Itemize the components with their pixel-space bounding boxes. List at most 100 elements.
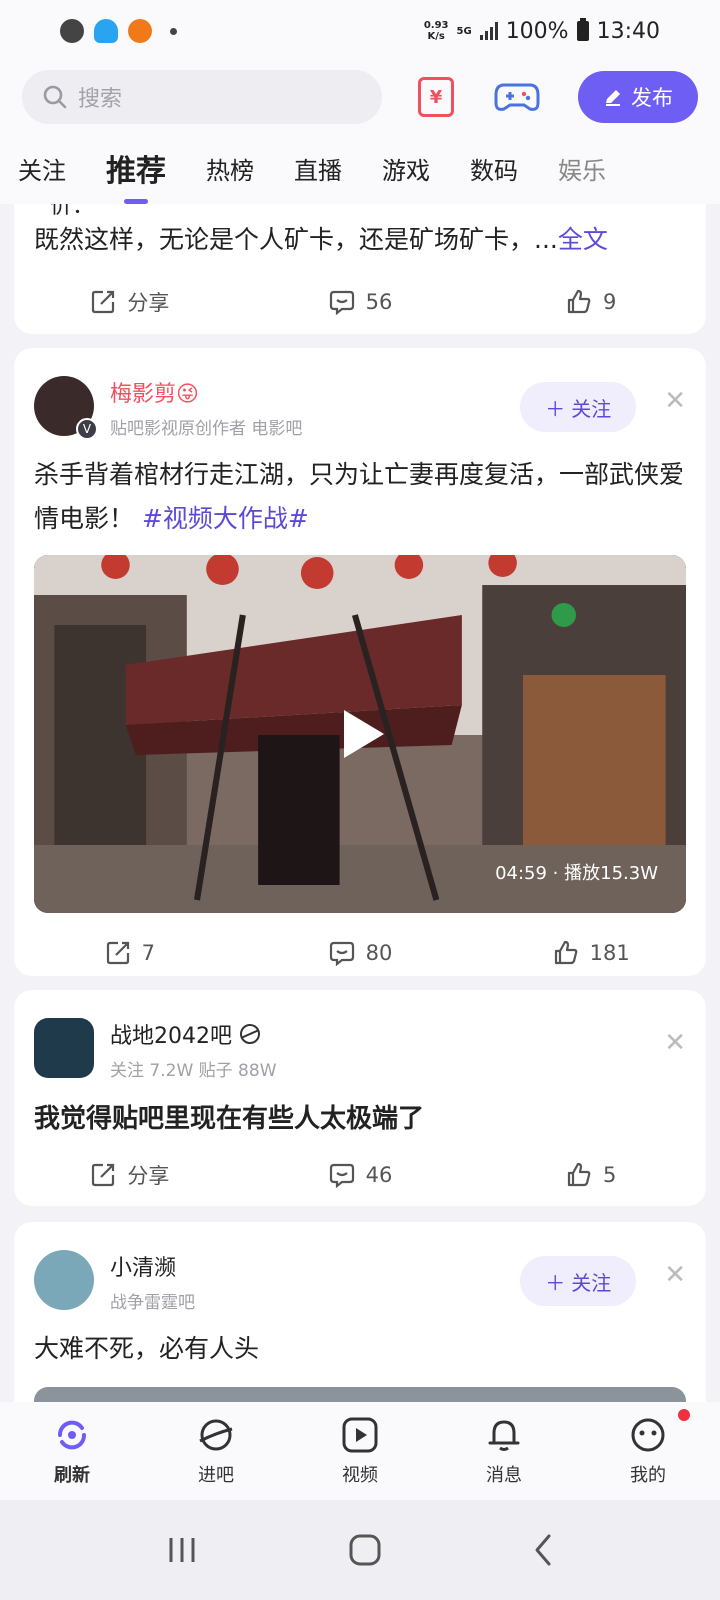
follow-label: 关注 <box>571 396 612 421</box>
net-speed-value: 0.93 <box>423 20 449 31</box>
tab-recommend[interactable]: 推荐 <box>106 146 166 204</box>
bell-icon <box>488 1420 520 1451</box>
read-more-link[interactable]: 全文 <box>558 225 608 254</box>
tab-entertainment[interactable]: 娱乐 <box>558 151 606 186</box>
tab-games[interactable]: 游戏 <box>382 151 430 186</box>
back-icon[interactable] <box>531 1533 555 1567</box>
notification-dot <box>678 1409 690 1421</box>
post-card[interactable]: 小清濒 战争雷霆吧 ＋ 关注 ✕ 大难不死，必有人头 <box>14 1222 706 1402</box>
like-count: 9 <box>602 290 617 314</box>
share-button[interactable]: 7 <box>14 939 245 967</box>
like-button[interactable]: 9 <box>475 288 706 316</box>
planet-icon <box>199 1419 233 1451</box>
search-input[interactable]: 搜索 <box>22 70 382 124</box>
like-button[interactable]: 5 <box>475 1161 706 1189</box>
video-post-card[interactable]: V 梅影剪😜 贴吧影视原创作者 电影吧 ＋ 关注 ✕ 杀手背着棺材行走江湖，只为… <box>14 348 706 976</box>
red-packet-symbol: ¥ <box>429 86 443 108</box>
forum-name[interactable]: 战地2042吧 <box>110 1018 277 1050</box>
status-bar: 0.93 K/s 5G 100% 13:40 <box>0 0 720 62</box>
tab-hot[interactable]: 热榜 <box>206 151 254 186</box>
category-tabs: 关注 推荐 热榜 直播 游戏 数码 娱乐 <box>0 132 720 204</box>
share-label: 分享 <box>127 1164 170 1188</box>
nav-messages-label: 消息 <box>486 1465 522 1486</box>
plus-icon: ＋ <box>545 1270 566 1295</box>
comment-icon <box>329 941 354 967</box>
nav-forums[interactable]: 进吧 <box>144 1415 288 1487</box>
close-icon[interactable]: ✕ <box>664 386 686 416</box>
post-actions: 7 80 181 <box>14 923 706 983</box>
home-icon[interactable] <box>348 1533 382 1567</box>
net-speed-unit: K/s <box>427 31 445 42</box>
gamepad-icon[interactable] <box>494 79 540 115</box>
nav-forums-label: 进吧 <box>198 1465 234 1486</box>
author-subtitle: 贴吧影视原创作者 电影吧 <box>110 419 303 439</box>
author-name[interactable]: 梅影剪😜 <box>110 376 302 408</box>
nav-messages[interactable]: 消息 <box>432 1415 576 1487</box>
post-actions: 分享 46 5 <box>14 1145 706 1205</box>
battery-icon <box>576 18 589 41</box>
post-text: 杀手背着棺材行走江湖，只为让亡妻再度复活，一部武侠爱情电影！ #视频大作战# <box>14 453 706 541</box>
post-text: 既然这样，无论是个人矿卡，还是矿场矿卡，...全文 <box>14 218 706 262</box>
close-icon[interactable]: ✕ <box>664 1028 686 1058</box>
qq-icon <box>94 19 118 43</box>
forum-post-card[interactable]: 战地2042吧 关注 7.2W 贴子 88W ✕ 我觉得贴吧里现在有些人太极端了… <box>14 990 706 1206</box>
nav-video[interactable]: 视频 <box>288 1415 432 1487</box>
like-count: 181 <box>589 941 630 965</box>
forum-avatar[interactable] <box>34 1018 94 1078</box>
red-packet-icon[interactable]: ¥ <box>418 77 454 117</box>
share-icon <box>106 941 129 965</box>
comment-count: 46 <box>365 1163 393 1187</box>
share-count: 7 <box>141 941 156 965</box>
thumbs-up-icon <box>554 940 577 965</box>
tab-follow[interactable]: 关注 <box>18 151 66 186</box>
author-subtitle: 战争雷霆吧 <box>110 1293 195 1313</box>
video-player[interactable]: 04:59 · 播放15.3W <box>34 555 686 913</box>
feed[interactable]: 价： 既然这样，无论是个人矿卡，还是矿场矿卡，...全文 分享 56 9 V 梅… <box>0 204 720 1402</box>
thumbs-up-icon <box>567 289 591 314</box>
publish-label: 发布 <box>631 86 673 110</box>
topic-tag[interactable]: #视频大作战# <box>142 504 309 533</box>
share-button[interactable]: 分享 <box>14 1160 245 1190</box>
share-icon <box>92 290 115 314</box>
verified-badge-icon: V <box>76 418 98 440</box>
search-placeholder: 搜索 <box>78 87 123 112</box>
avatar[interactable]: V <box>34 376 98 440</box>
comment-button[interactable]: 56 <box>245 288 476 316</box>
follow-button[interactable]: ＋ 关注 <box>520 382 637 432</box>
network-type: 5G <box>456 25 472 37</box>
comment-count: 80 <box>365 941 393 965</box>
share-button[interactable]: 分享 <box>14 287 245 317</box>
nav-profile[interactable]: 我的 <box>576 1409 720 1487</box>
video-info: 04:59 · 播放15.3W <box>495 863 658 884</box>
recent-apps-icon[interactable] <box>165 1535 199 1565</box>
tab-live[interactable]: 直播 <box>294 151 342 186</box>
close-icon[interactable]: ✕ <box>664 1260 686 1290</box>
video-play-icon <box>342 1417 378 1453</box>
media-preview[interactable] <box>34 1387 686 1402</box>
bottom-nav: 刷新 进吧 视频 消息 我的 <box>0 1402 720 1500</box>
post-card[interactable]: 价： 既然这样，无论是个人矿卡，还是矿场矿卡，...全文 分享 56 9 <box>14 204 706 334</box>
author-name[interactable]: 小清濒 <box>110 1250 195 1282</box>
post-actions: 分享 56 9 <box>14 272 706 332</box>
net-speed: 0.93 K/s <box>424 20 449 42</box>
planet-icon <box>240 1024 260 1044</box>
more-notifications-dot <box>170 27 177 35</box>
play-icon[interactable] <box>344 710 384 758</box>
refresh-icon <box>57 1420 87 1450</box>
nav-profile-label: 我的 <box>630 1465 666 1486</box>
comment-count: 56 <box>365 290 393 314</box>
smiley-icon <box>631 1418 665 1452</box>
post-title[interactable]: 我觉得贴吧里现在有些人太极端了 <box>14 1097 706 1141</box>
avatar[interactable] <box>34 1250 94 1310</box>
pencil-icon <box>606 90 620 106</box>
comment-button[interactable]: 46 <box>245 1161 476 1189</box>
follow-button[interactable]: ＋ 关注 <box>520 1256 637 1306</box>
system-navigation <box>0 1500 720 1600</box>
like-button[interactable]: 181 <box>475 939 706 967</box>
forum-name-text: 战地2042吧 <box>110 1024 232 1049</box>
tab-digital[interactable]: 数码 <box>470 151 518 186</box>
wechat-icon <box>60 19 84 43</box>
comment-button[interactable]: 80 <box>245 939 476 967</box>
nav-refresh[interactable]: 刷新 <box>0 1415 144 1487</box>
publish-button[interactable]: 发布 <box>578 71 698 123</box>
